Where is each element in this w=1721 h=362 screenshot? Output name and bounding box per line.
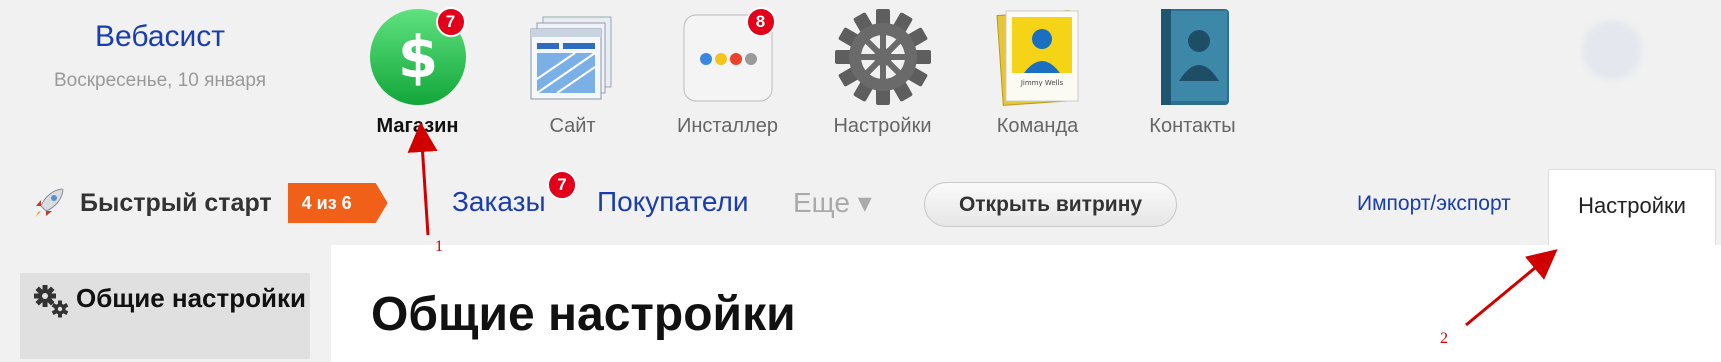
sidebar-item-general-settings[interactable]: Общие настройки xyxy=(20,273,310,359)
current-date: Воскресенье, 10 января xyxy=(53,70,267,91)
site-icon xyxy=(530,16,611,100)
open-store-button[interactable]: Открыть витрину xyxy=(924,182,1177,227)
quick-start[interactable]: Быстрый старт 4 из 6 xyxy=(32,183,388,223)
settings-gear-icon xyxy=(834,9,931,105)
orders-badge: 7 xyxy=(547,170,577,200)
gears-icon xyxy=(34,285,69,318)
app-site[interactable]: Сайт xyxy=(495,5,650,138)
app-label: Магазин xyxy=(376,115,459,137)
import-export-link[interactable]: Импорт/экспорт xyxy=(1357,192,1511,216)
shop-badge: 7 xyxy=(435,7,466,37)
contacts-book-icon xyxy=(1160,9,1229,105)
tab-settings[interactable]: Настройки xyxy=(1548,169,1716,245)
page-title: Общие настройки xyxy=(371,288,796,341)
team-icon: Jimmy Wells xyxy=(995,10,1078,106)
quick-start-progress-text: 4 из 6 xyxy=(301,193,352,213)
app-team[interactable]: Jimmy Wells Команда xyxy=(960,5,1115,138)
rocket-icon xyxy=(36,188,64,217)
user-menu[interactable] xyxy=(1580,8,1721,138)
installer-badge: 8 xyxy=(745,7,776,37)
quick-start-label[interactable]: Быстрый старт xyxy=(80,189,272,218)
quick-start-progress[interactable]: 4 из 6 xyxy=(287,183,388,223)
app-label: Контакты xyxy=(1149,115,1236,137)
sidebar-item-label: Общие настройки xyxy=(76,283,306,313)
app-bar: $ 7 Магазин Сайт 8 Инсталлер Настройки J… xyxy=(340,5,1270,138)
app-installer[interactable]: 8 Инсталлер xyxy=(650,5,805,138)
app-label: Сайт xyxy=(549,115,596,137)
annotation-label-1: 1 xyxy=(435,238,443,255)
nav-customers[interactable]: Покупатели xyxy=(597,186,749,218)
annotation-label-2: 2 xyxy=(1440,330,1448,347)
nav-more[interactable]: Еще ▾ xyxy=(793,186,872,219)
nav-orders[interactable]: Заказы xyxy=(452,186,546,218)
svg-text:$: $ xyxy=(397,23,437,91)
team-card-name: Jimmy Wells xyxy=(1019,79,1063,87)
brand-name[interactable]: Вебасист xyxy=(30,20,290,54)
app-settings[interactable]: Настройки xyxy=(805,5,960,138)
app-label: Команда xyxy=(996,115,1079,137)
main-content: Общие настройки xyxy=(331,245,1721,362)
avatar xyxy=(1582,20,1642,80)
app-contacts[interactable]: Контакты xyxy=(1115,5,1270,138)
app-shop[interactable]: $ 7 Магазин xyxy=(340,5,495,138)
app-label: Инсталлер xyxy=(676,115,779,137)
app-label: Настройки xyxy=(833,115,932,137)
brand-block: Вебасист Воскресенье, 10 января xyxy=(30,20,290,92)
